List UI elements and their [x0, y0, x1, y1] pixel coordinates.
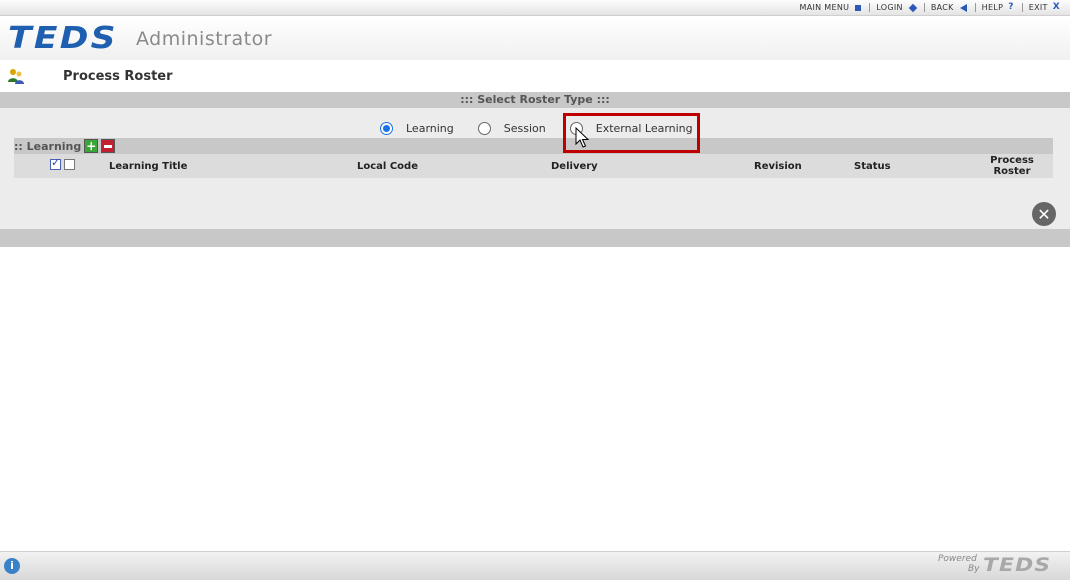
roster-type-heading: ::: Select Roster Type ::: [0, 92, 1070, 108]
users-icon [8, 69, 24, 84]
col-revision[interactable]: Revision [754, 161, 802, 172]
header-subtitle: Administrator [136, 28, 273, 50]
col-learning-title[interactable]: Learning Title [109, 161, 187, 172]
top-nav-bar: MAIN MENU LOGIN BACK HELP ? EXIT X [0, 0, 1070, 16]
powered-by-text: Powered By [938, 554, 980, 574]
nav-main-menu[interactable]: MAIN MENU [800, 3, 862, 12]
radio-external-learning-label: External Learning [595, 121, 693, 135]
roster-type-radio-group: Learning Session External Learning [380, 118, 717, 138]
mouse-cursor-icon [575, 127, 589, 148]
radio-learning[interactable]: Learning [380, 121, 454, 135]
info-icon[interactable]: i [4, 558, 20, 574]
col-local-code[interactable]: Local Code [357, 161, 418, 172]
col-process-roster-line1: Process [990, 155, 1034, 166]
help-question-icon: ? [1008, 2, 1014, 12]
app-footer: i Powered By TEDS [0, 551, 1070, 580]
add-learning-button[interactable]: + [84, 139, 99, 153]
logo-text: TEDS [8, 20, 118, 56]
radio-learning-button[interactable] [380, 121, 393, 135]
nav-login[interactable]: LOGIN [876, 3, 918, 12]
page-title: Process Roster [63, 69, 173, 84]
back-arrow-icon [959, 3, 967, 12]
panel-bottom-band [0, 229, 1070, 247]
nav-exit-label: EXIT [1028, 3, 1048, 12]
diamond-icon [908, 3, 918, 12]
nav-separator [923, 3, 925, 12]
col-delivery[interactable]: Delivery [551, 161, 598, 172]
nav-separator [974, 3, 976, 12]
close-button[interactable]: ✕ [1032, 202, 1056, 226]
close-icon: ✕ [1037, 204, 1051, 224]
top-nav-items: MAIN MENU LOGIN BACK HELP ? EXIT X [794, 3, 1060, 12]
nav-help-label: HELP [981, 3, 1004, 12]
deselect-all-checkbox[interactable] [64, 159, 75, 170]
footer-teds-logo: TEDS [983, 554, 1052, 576]
nav-separator [869, 3, 871, 12]
learning-section-label: :: Learning [14, 139, 82, 153]
nav-login-label: LOGIN [876, 3, 903, 12]
exit-x-icon: X [1052, 2, 1060, 12]
app-root: MAIN MENU LOGIN BACK HELP ? EXIT X TEDS … [0, 0, 1070, 580]
col-process-roster-line2: Roster [993, 166, 1031, 177]
radio-session-label: Session [503, 121, 546, 135]
nav-back[interactable]: BACK [931, 3, 967, 12]
learning-section-header: :: Learning + [14, 138, 1053, 154]
col-status[interactable]: Status [854, 161, 891, 172]
nav-exit[interactable]: EXIT X [1028, 2, 1060, 13]
radio-session-button[interactable] [477, 121, 491, 135]
plus-icon: + [86, 139, 97, 153]
col-process-roster[interactable]: Process Roster [988, 155, 1036, 177]
powered-label: Powered [938, 554, 977, 564]
radio-session[interactable]: Session [477, 121, 546, 135]
nav-main-menu-label: MAIN MENU [799, 3, 850, 12]
nav-help[interactable]: HELP ? [981, 2, 1014, 13]
remove-learning-button[interactable] [101, 139, 116, 153]
square-icon [855, 4, 862, 11]
minus-icon [104, 144, 113, 148]
nav-back-label: BACK [930, 3, 954, 12]
teds-logo: TEDS [8, 21, 115, 56]
nav-separator [1021, 3, 1023, 12]
page-title-bar: Process Roster [0, 62, 1070, 90]
app-header: TEDS Administrator [0, 17, 1070, 60]
by-label: By [968, 564, 980, 574]
learning-table-header: Learning Title Local Code Delivery Revis… [14, 154, 1053, 178]
radio-learning-label: Learning [406, 121, 454, 135]
select-all-checkbox[interactable] [50, 156, 61, 170]
